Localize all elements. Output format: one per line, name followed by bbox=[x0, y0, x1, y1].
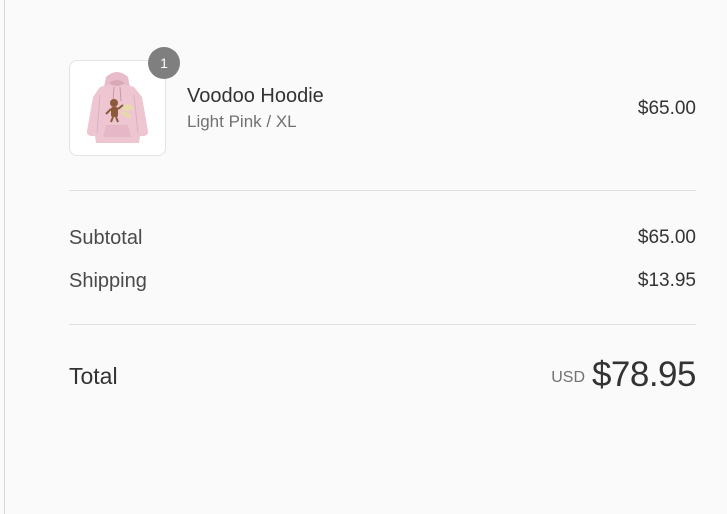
product-thumbnail bbox=[69, 60, 166, 156]
divider bbox=[69, 190, 696, 191]
product-name: Voodoo Hoodie bbox=[187, 85, 324, 107]
shipping-value: $13.95 bbox=[637, 270, 696, 291]
subtotal-row: Subtotal $65.00 bbox=[69, 226, 696, 250]
shipping-row: Shipping $13.95 bbox=[69, 269, 696, 293]
total-label: Total bbox=[69, 363, 118, 389]
pink-hoodie-image bbox=[86, 72, 149, 143]
product-price: $65.00 bbox=[637, 98, 696, 119]
subtotal-label: Subtotal bbox=[69, 227, 143, 249]
total-amount: $78.95 bbox=[591, 355, 697, 394]
line-item: 1 Voodoo Hoodie Light Pink / XL $65.00 bbox=[69, 47, 696, 156]
panel-left-border bbox=[4, 0, 5, 514]
total-row: Total USD $78.95 bbox=[69, 352, 697, 400]
total-currency: USD bbox=[551, 369, 585, 386]
product-thumbnail-wrapper: 1 bbox=[69, 47, 180, 156]
shipping-label: Shipping bbox=[69, 270, 147, 292]
product-info: Voodoo Hoodie Light Pink / XL bbox=[187, 84, 324, 133]
product-variant: Light Pink / XL bbox=[187, 112, 297, 131]
subtotal-value: $65.00 bbox=[637, 227, 696, 248]
quantity-badge: 1 bbox=[148, 47, 180, 79]
divider bbox=[69, 324, 696, 325]
